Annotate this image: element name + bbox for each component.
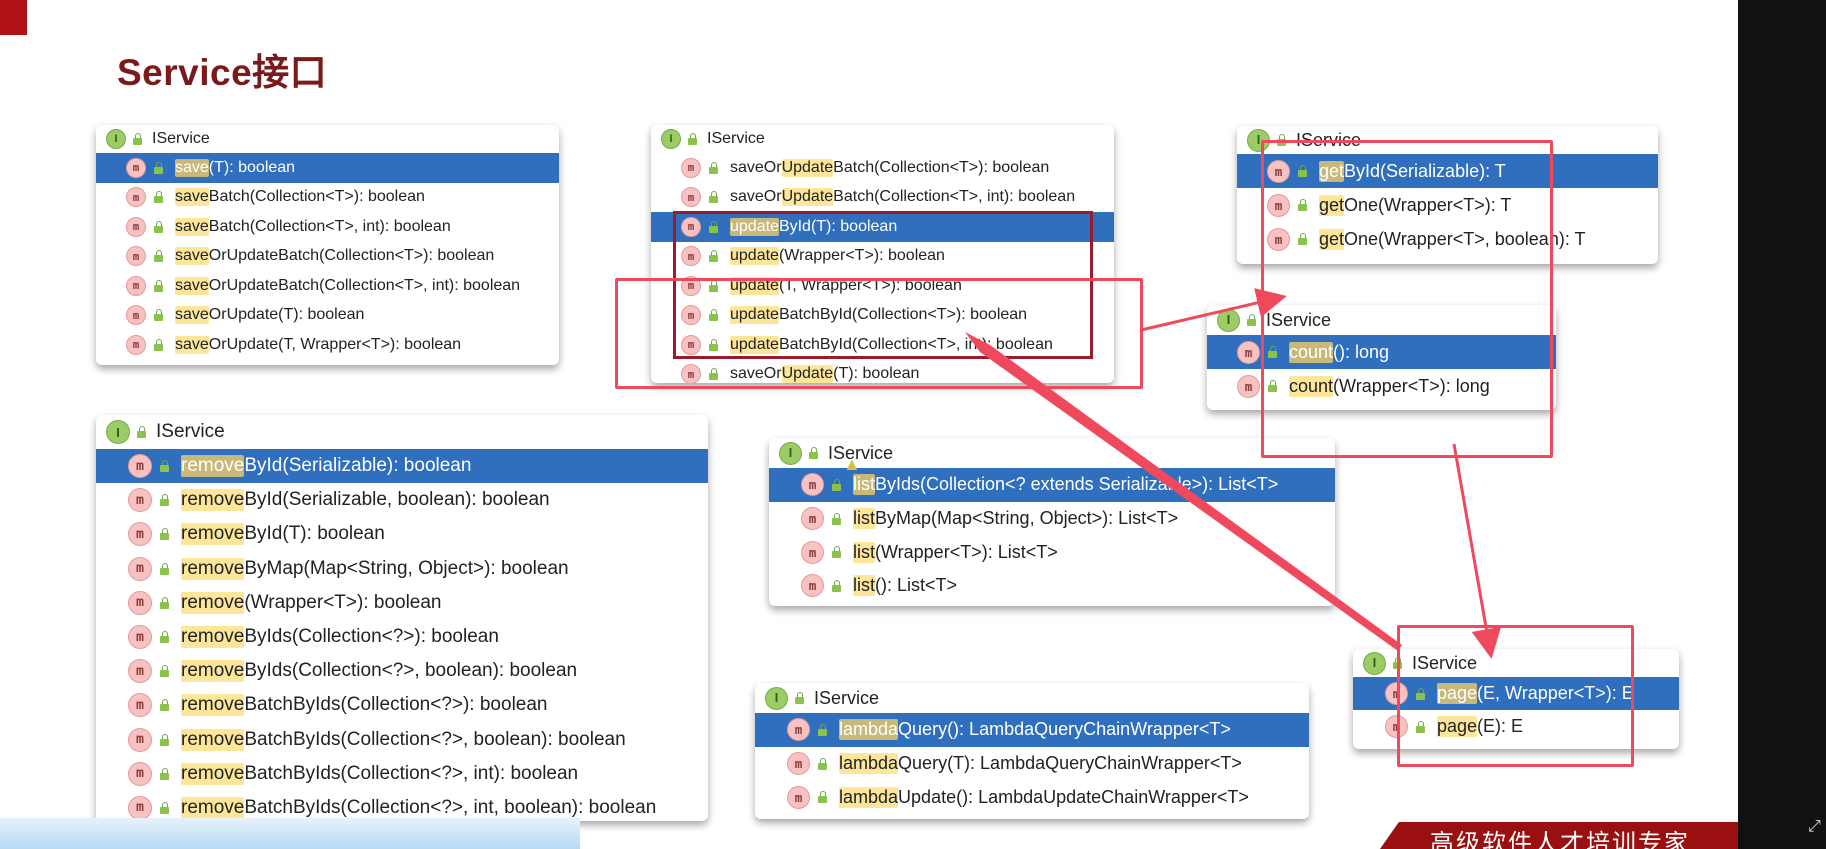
footer-text: 高级软件人才培训专家: [1430, 829, 1690, 849]
video-side-bar: [1738, 0, 1826, 849]
bottom-decoration: [0, 818, 580, 849]
arrow-down-to-page: [1452, 443, 1502, 659]
annotation-arrows: [965, 288, 1502, 659]
arrow-to-update: [965, 332, 1402, 651]
slide: Service接口 I IService m save (T): boolean m sav…: [0, 0, 1738, 849]
arrow-to-count: [1140, 288, 1287, 332]
mouse-cursor-icon: ▲: [843, 454, 861, 474]
fullscreen-icon[interactable]: ⤢: [1808, 818, 1821, 836]
